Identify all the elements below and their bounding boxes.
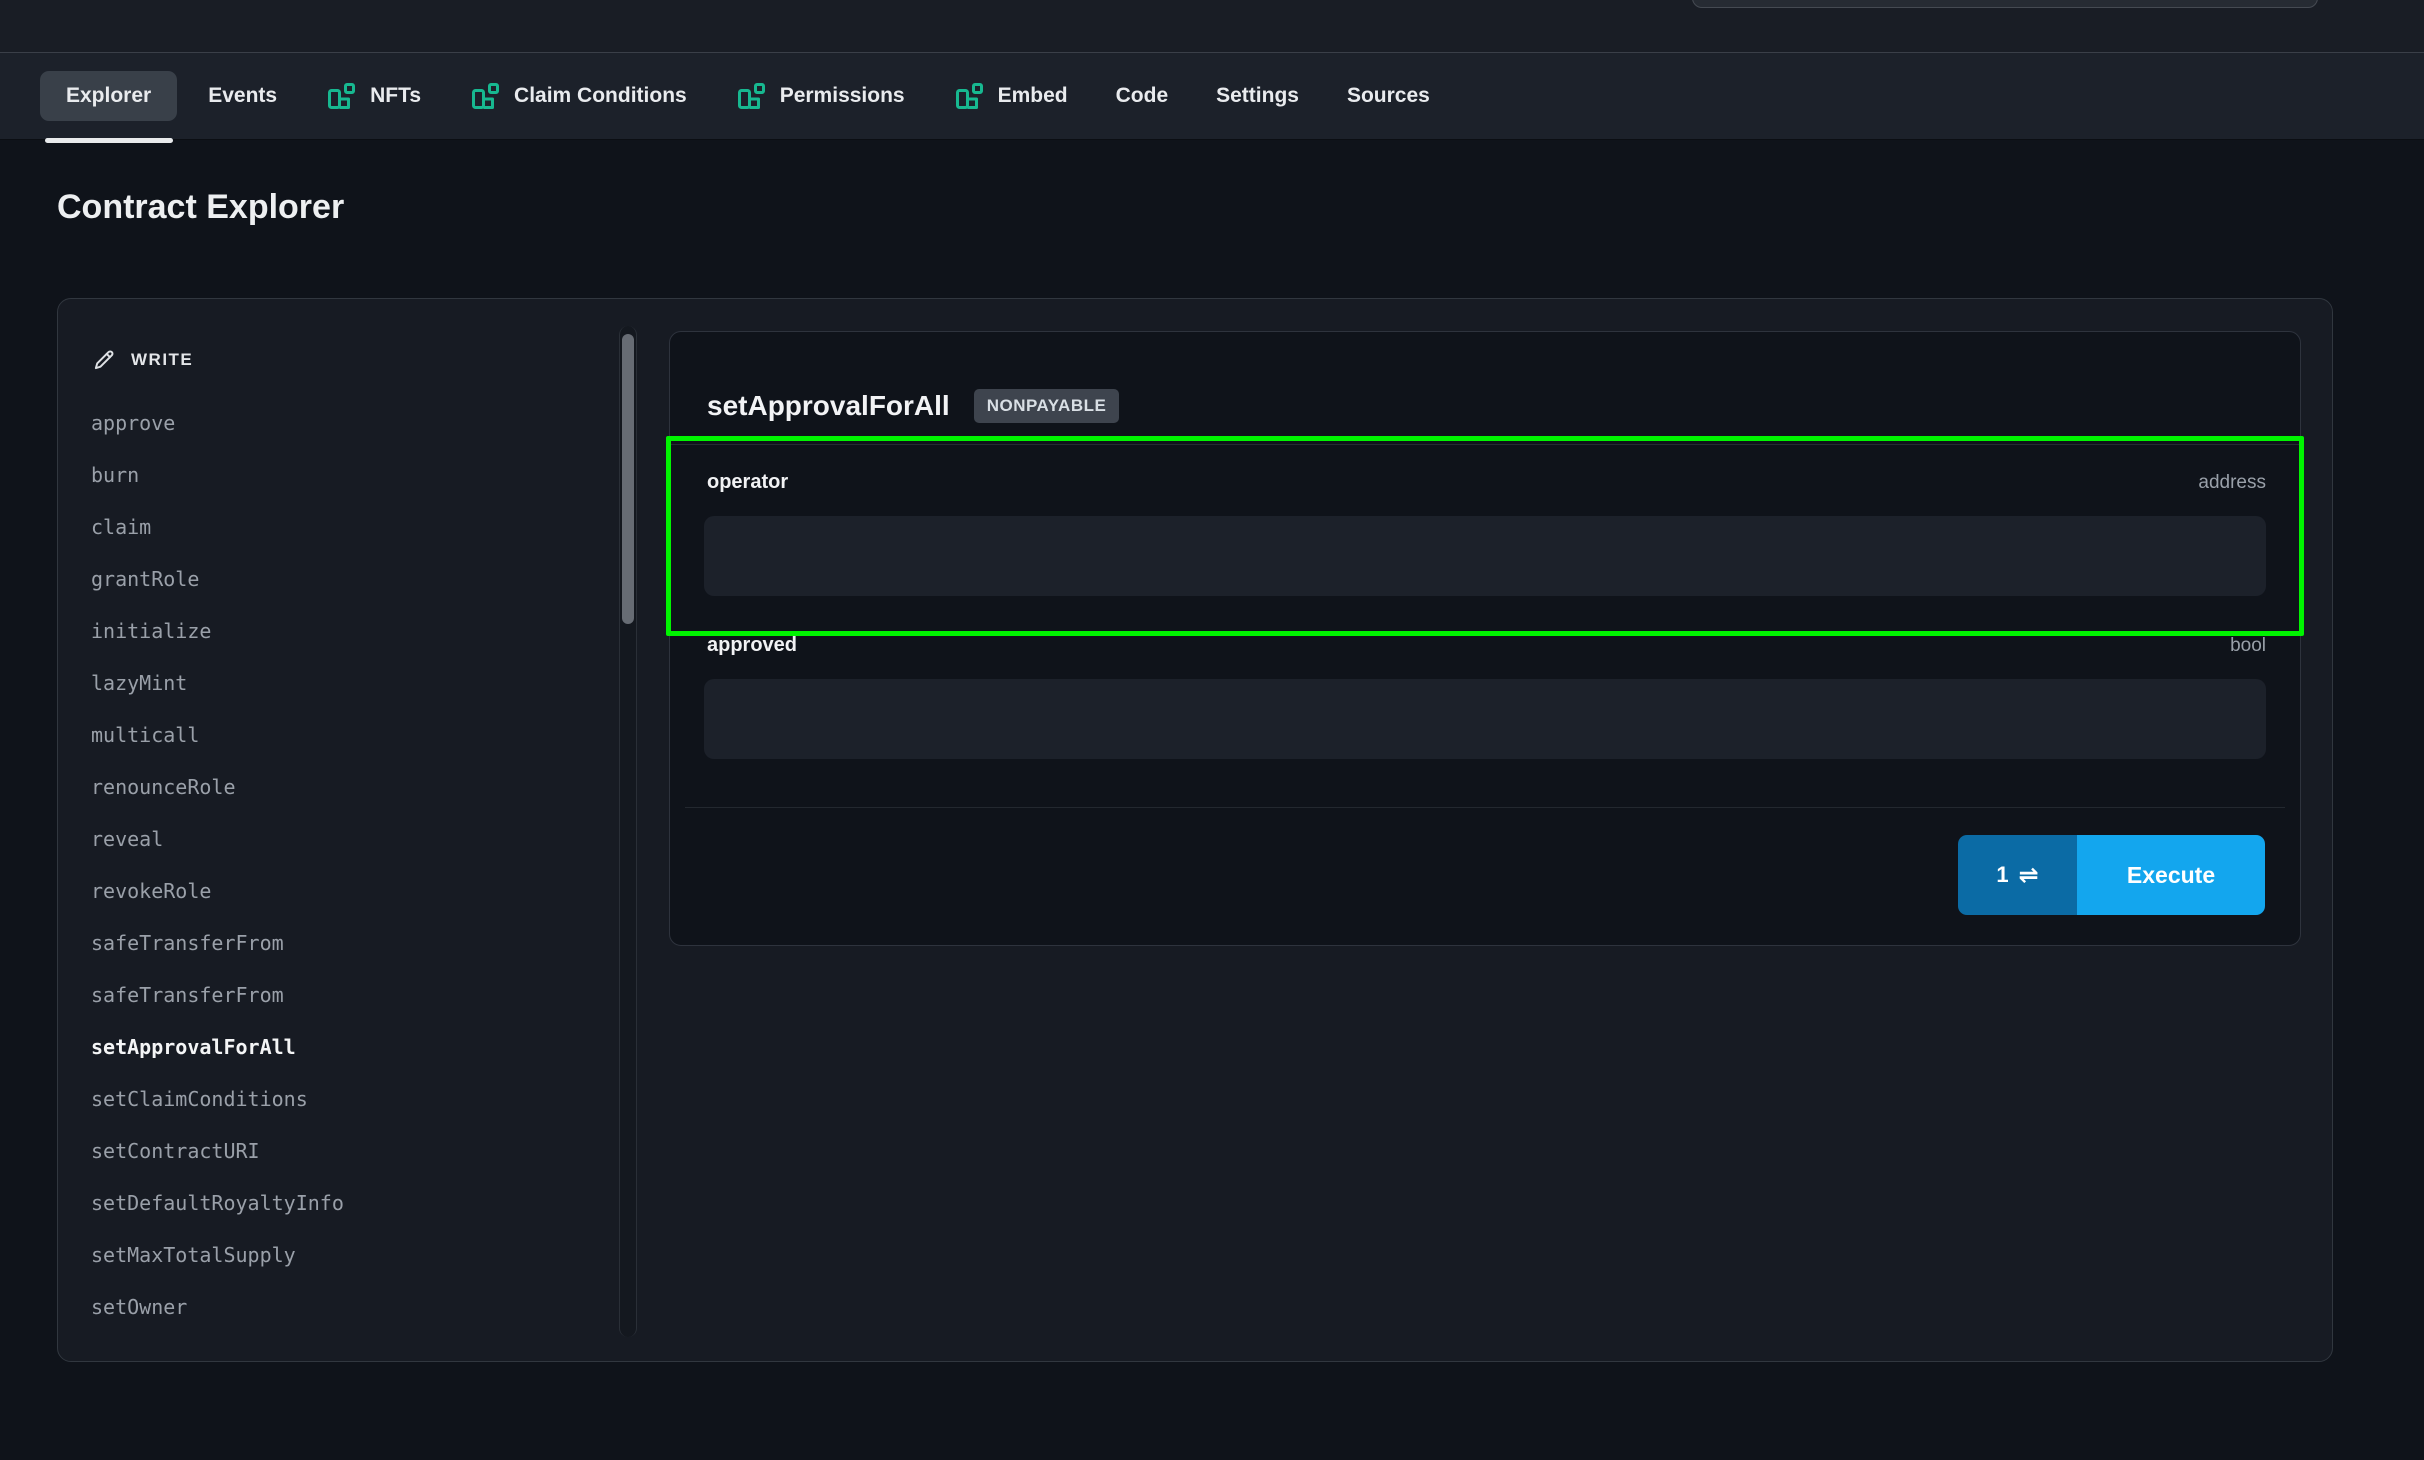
- nav-tab-label: Embed: [998, 84, 1068, 108]
- swap-arrows-icon: ⇌: [2019, 861, 2039, 889]
- function-list-item[interactable]: setMaxTotalSupply: [91, 1229, 618, 1281]
- nav-tab[interactable]: Code: [1099, 71, 1186, 121]
- function-list-item[interactable]: approve: [91, 397, 618, 449]
- nav-tab[interactable]: Permissions: [718, 67, 922, 125]
- field-name-operator: operator: [704, 471, 788, 494]
- function-list-item[interactable]: grantRole: [91, 553, 618, 605]
- mutability-badge: NONPAYABLE: [974, 389, 1120, 423]
- function-list-item[interactable]: setContractURI: [91, 1125, 618, 1177]
- pencil-icon: [91, 347, 117, 373]
- contract-tab-bar: Explorer Events NFTs: [0, 52, 2424, 140]
- function-list-item[interactable]: claim: [91, 501, 618, 553]
- cutoff-card-edge: [1692, 0, 2318, 8]
- field-group-operator: operator address: [670, 445, 2300, 596]
- operator-input[interactable]: [704, 516, 2266, 596]
- function-title: setApprovalForAll: [707, 390, 950, 422]
- sidebar-scrollbar[interactable]: [619, 326, 637, 1337]
- execute-button[interactable]: Execute: [2077, 835, 2265, 915]
- nav-tab[interactable]: NFTs: [308, 67, 438, 125]
- field-group-approved: approved bool: [670, 596, 2300, 759]
- nav-tab[interactable]: Settings: [1199, 71, 1316, 121]
- function-panel-header: setApprovalForAll NONPAYABLE: [670, 332, 2300, 444]
- nav-tab-label: NFTs: [370, 84, 421, 108]
- nav-tab-label: Claim Conditions: [514, 84, 687, 108]
- approved-input[interactable]: [704, 679, 2266, 759]
- function-list-item[interactable]: multicall: [91, 709, 618, 761]
- write-section-label: WRITE: [131, 350, 193, 370]
- function-list-item[interactable]: burn: [91, 449, 618, 501]
- nav-tab-label: Explorer: [66, 84, 151, 108]
- function-list-item[interactable]: setOwner: [91, 1281, 618, 1333]
- write-section-header: WRITE: [91, 347, 618, 373]
- function-sidebar: WRITE approve burn claim grantRole initi…: [58, 299, 618, 1361]
- function-list-item[interactable]: setDefaultRoyaltyInfo: [91, 1177, 618, 1229]
- function-list-item[interactable]: reveal: [91, 813, 618, 865]
- nav-tab[interactable]: Embed: [936, 67, 1085, 125]
- extension-icon: [325, 80, 357, 112]
- function-list-item[interactable]: setApprovalForAll: [91, 1021, 618, 1073]
- function-list-item[interactable]: revokeRole: [91, 865, 618, 917]
- field-type-approved: bool: [2230, 635, 2266, 657]
- function-list-item[interactable]: renounceRole: [91, 761, 618, 813]
- scrollbar-thumb[interactable]: [622, 334, 634, 624]
- extension-icon: [953, 80, 985, 112]
- function-list-item[interactable]: safeTransferFrom: [91, 917, 618, 969]
- footer-divider: [685, 807, 2285, 808]
- function-list-item[interactable]: lazyMint: [91, 657, 618, 709]
- extension-icon: [469, 80, 501, 112]
- nav-tab[interactable]: Explorer: [40, 71, 177, 121]
- function-list: approve burn claim grantRole initialize …: [91, 397, 618, 1333]
- nav-tab-label: Code: [1116, 84, 1169, 108]
- nav-tab[interactable]: Claim Conditions: [452, 67, 704, 125]
- function-panel: setApprovalForAll NONPAYABLE operator ad…: [669, 331, 2301, 946]
- nav-tab[interactable]: Sources: [1330, 71, 1447, 121]
- field-type-operator: address: [2198, 472, 2266, 494]
- transaction-count: 1: [1996, 862, 2008, 888]
- nav-tab-label: Permissions: [780, 84, 905, 108]
- function-list-item[interactable]: setClaimConditions: [91, 1073, 618, 1125]
- function-list-item[interactable]: initialize: [91, 605, 618, 657]
- transaction-count-button[interactable]: 1 ⇌: [1958, 835, 2077, 915]
- page-title: Contract Explorer: [57, 188, 344, 227]
- extension-icon: [735, 80, 767, 112]
- nav-tab-label: Settings: [1216, 84, 1299, 108]
- function-list-item[interactable]: safeTransferFrom: [91, 969, 618, 1021]
- nav-tab-label: Events: [208, 84, 277, 108]
- nav-tab-label: Sources: [1347, 84, 1430, 108]
- top-strip: [0, 0, 2424, 52]
- nav-tab[interactable]: Events: [191, 71, 294, 121]
- panel-footer: 1 ⇌ Execute: [1958, 835, 2265, 915]
- field-name-approved: approved: [704, 634, 797, 657]
- explorer-card: WRITE approve burn claim grantRole initi…: [57, 298, 2333, 1362]
